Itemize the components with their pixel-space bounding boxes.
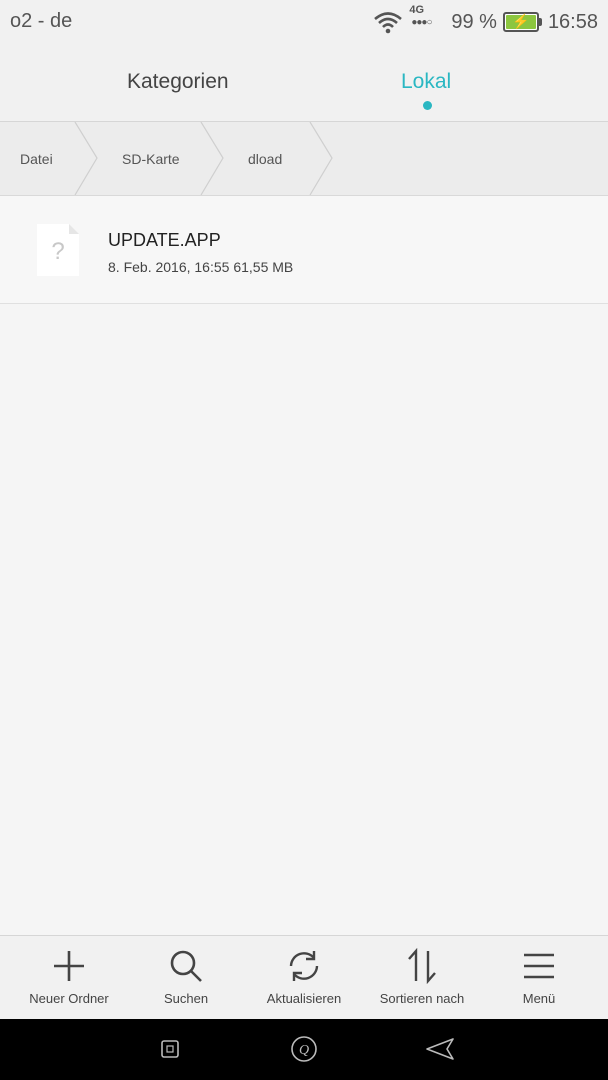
system-nav-bar: Q	[0, 1019, 608, 1080]
svg-text:?: ?	[51, 238, 64, 265]
wifi-icon	[374, 12, 403, 34]
status-bar: o2 - de 4G ●●●○ 99 % ⚡ 16:58	[0, 0, 608, 44]
menu-button[interactable]: Menü	[484, 936, 594, 1020]
search-button[interactable]: Suchen	[131, 936, 241, 1020]
search-label: Suchen	[163, 991, 209, 1006]
sort-arrows-icon	[408, 948, 436, 984]
breadcrumb-item-sd-karte[interactable]: SD-Karte	[122, 151, 180, 167]
tab-bar: Kategorien Lokal	[0, 44, 608, 122]
battery-icon: ⚡	[502, 12, 542, 32]
tab-kategorien[interactable]: Kategorien	[127, 70, 229, 94]
menu-label: Menü	[522, 991, 556, 1006]
home-icon[interactable]: Q	[290, 1035, 318, 1063]
file-name: UPDATE.APP	[108, 230, 221, 250]
bottom-toolbar: Neuer Ordner Suchen Aktualisieren Sortie…	[0, 935, 608, 1020]
tab-lokal[interactable]: Lokal	[401, 70, 451, 94]
refresh-label: Aktualisieren	[266, 991, 342, 1006]
sort-label: Sortieren nach	[379, 991, 465, 1006]
network-type-label: 4G	[409, 4, 425, 16]
carrier-name: o2 - de	[10, 10, 73, 32]
list-item[interactable]: ? UPDATE.APP 8. Feb. 2016, 16:55 61,55 M…	[0, 196, 608, 304]
breadcrumb-item-datei[interactable]: Datei	[20, 151, 53, 167]
signal-strength: 4G ●●●○	[409, 4, 445, 36]
status-icons: 4G ●●●○ 99 % ⚡ 16:58	[373, 4, 598, 36]
unknown-file-icon: ?	[37, 224, 79, 276]
active-tab-indicator	[423, 101, 432, 110]
svg-text:Q: Q	[299, 1043, 309, 1058]
refresh-button[interactable]: Aktualisieren	[249, 936, 359, 1020]
hamburger-menu-icon	[524, 953, 554, 979]
breadcrumb: Datei SD-Karte dload	[0, 122, 608, 196]
sort-button[interactable]: Sortieren nach	[362, 936, 482, 1020]
new-folder-button[interactable]: Neuer Ordner	[14, 936, 124, 1020]
search-icon	[170, 950, 202, 982]
back-icon[interactable]	[425, 1037, 455, 1061]
breadcrumb-separators	[74, 122, 333, 195]
new-folder-label: Neuer Ordner	[29, 991, 109, 1006]
file-meta: 8. Feb. 2016, 16:55 61,55 MB	[108, 259, 294, 275]
recent-apps-icon[interactable]	[160, 1037, 180, 1061]
refresh-icon	[289, 951, 319, 981]
battery-percent: 99 %	[451, 10, 497, 33]
clock: 16:58	[547, 10, 598, 33]
plus-icon	[54, 951, 84, 981]
signal-dots-icon: ●●●○	[411, 17, 432, 28]
breadcrumb-item-dload[interactable]: dload	[248, 151, 282, 167]
